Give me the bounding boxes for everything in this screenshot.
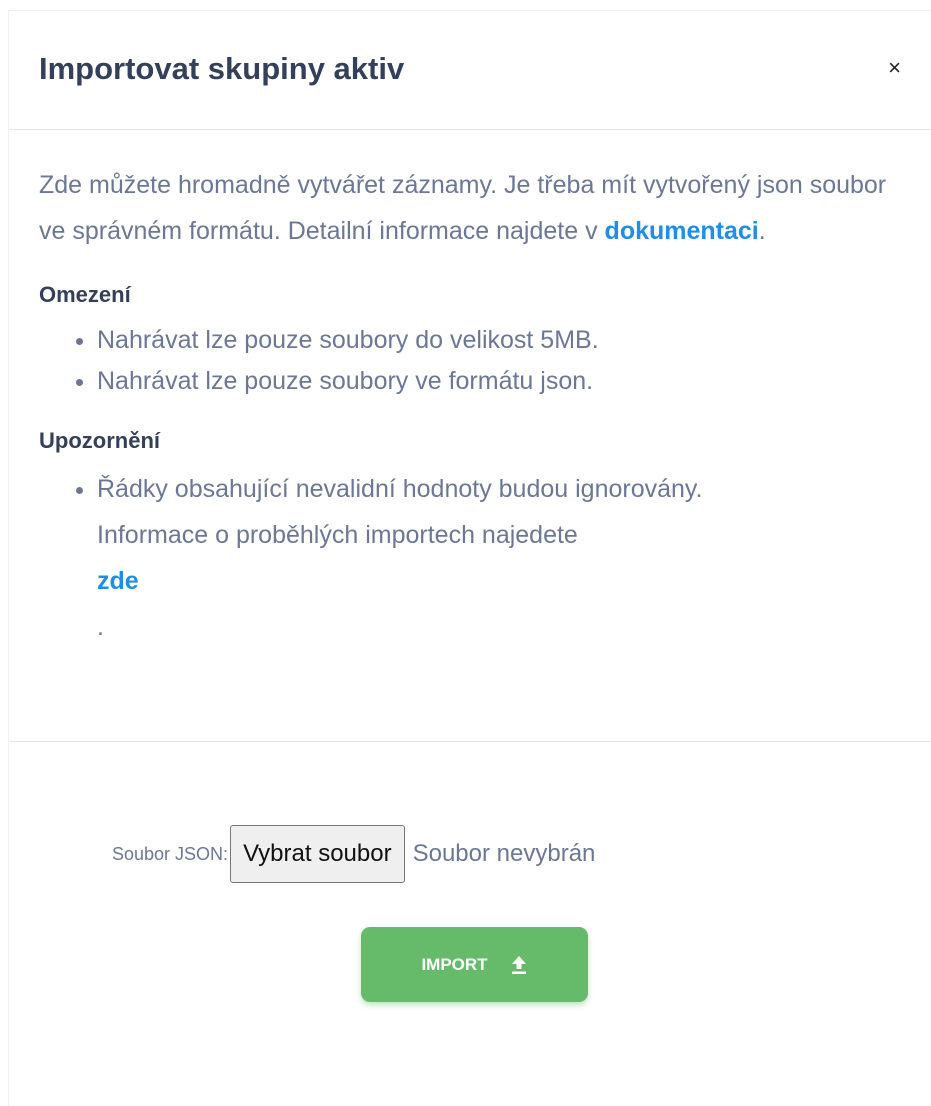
intro-paragraph: Zde můžete hromadně vytvářet záznamy. Je… <box>39 162 899 254</box>
warning-text-end: . <box>97 613 104 641</box>
modal-body: Zde můžete hromadně vytvářet záznamy. Je… <box>9 130 931 742</box>
warning-line-2: Informace o proběhlých importech najedet… <box>97 512 901 650</box>
warning-line-1: Řádky obsahující nevalidní hodnoty budou… <box>97 475 703 503</box>
import-button-label: IMPORT <box>421 954 488 974</box>
limits-heading: Omezení <box>39 282 131 307</box>
file-input-row: Soubor JSON: Vybrat soubor Soubor nevybr… <box>112 825 595 883</box>
warning-list: Řádky obsahující nevalidní hodnoty budou… <box>39 466 901 650</box>
list-item: Nahrávat lze pouze soubory do velikost 5… <box>97 320 901 361</box>
imports-history-link[interactable]: zde <box>97 567 139 595</box>
list-item: Nahrávat lze pouze soubory ve formátu js… <box>97 361 901 402</box>
close-icon[interactable]: × <box>888 57 901 79</box>
upload-icon <box>510 955 528 975</box>
import-modal: Importovat skupiny aktiv × Zde můžete hr… <box>8 10 931 1106</box>
limits-list: Nahrávat lze pouze soubory do velikost 5… <box>39 320 901 402</box>
modal-header: Importovat skupiny aktiv × <box>9 11 931 130</box>
list-item: Řádky obsahující nevalidní hodnoty budou… <box>97 466 901 650</box>
file-status-text: Soubor nevybrán <box>412 840 596 867</box>
intro-text-end: . <box>758 217 766 245</box>
choose-file-button[interactable]: Vybrat soubor <box>230 825 405 883</box>
modal-title: Importovat skupiny aktiv <box>39 51 405 86</box>
warning-text: Informace o proběhlých importech najedet… <box>97 521 578 549</box>
import-button[interactable]: IMPORT <box>361 927 588 1002</box>
file-input-label: Soubor JSON: <box>112 843 229 864</box>
warning-heading: Upozornění <box>39 428 160 453</box>
documentation-link[interactable]: dokumentaci <box>605 217 759 245</box>
